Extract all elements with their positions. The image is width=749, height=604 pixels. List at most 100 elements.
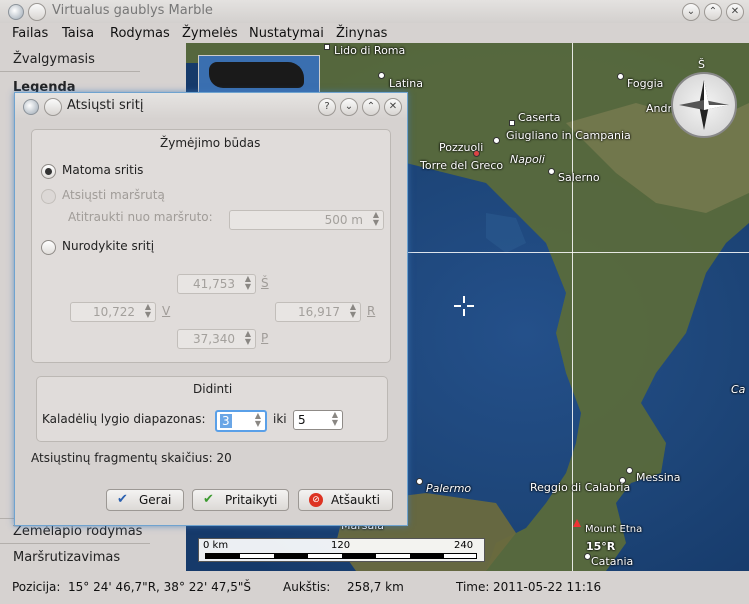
download-region-dialog: Atsiųsti sritį ? ⌄ ⌃ ✕ Žymėjimo būdas Ma… [14,92,408,526]
city-partial-label[interactable]: Ca [731,383,745,396]
tab-routing-label: Maršrutizavimas [13,550,121,565]
radio-visible-area[interactable] [41,164,56,179]
radio-download-route [41,189,56,204]
north-spinbox: 41,753 ▲ ▼ [177,274,256,294]
ok-button[interactable]: ✔ Gerai [106,489,184,511]
city-lido-di-roma[interactable]: Lido di Roma [334,44,405,57]
ok-button-label: Gerai [139,493,172,507]
city-marker [626,467,633,474]
compass-north-label: Š [698,58,705,71]
selection-method-title: Žymėjimo būdas [160,136,261,150]
south-spinbox: 37,340 ▲ ▼ [177,329,256,349]
radio-specify-area[interactable] [41,240,56,255]
city-caserta[interactable]: Caserta [518,111,561,124]
overview-map[interactable] [198,55,320,95]
tile-level-from-value: 3 [220,414,232,428]
menu-zymeles[interactable]: Žymelės [182,26,238,41]
city-reggio-di-calabria[interactable]: Reggio di Calabria [530,481,630,494]
east-value: 16,917 [298,305,340,319]
time-label: Time: [456,580,490,594]
cancel-button[interactable]: ⊘ Atšaukti [298,489,393,511]
city-foggia[interactable]: Foggia [627,77,663,90]
tile-level-to-spinbox[interactable]: 5 ▲ ▼ [293,410,343,430]
city-marker [416,478,423,485]
south-unit: P [261,331,269,345]
city-napoli[interactable]: Napoli [510,153,545,166]
tile-level-to-value: 5 [298,413,306,427]
city-palermo[interactable]: Palermo [426,482,471,495]
tile-level-from-spinbox[interactable]: 3 ▲ ▼ [215,410,267,432]
help-icon[interactable]: ⌄ [682,3,700,21]
spin-arrows-icon[interactable]: ▲ ▼ [332,411,338,427]
zoom-group: Didinti Kaladėlių lygio diapazonas: 3 ▲ ▼… [36,376,388,442]
city-marker [548,168,555,175]
divider [0,543,150,544]
city-marker [617,73,624,80]
city-giugliano[interactable]: Giugliano in Campania [506,129,631,142]
city-marker [473,150,480,157]
window-menu-button[interactable] [28,3,46,21]
city-marker [493,137,500,144]
overview-land [209,62,304,88]
volcano-icon [573,519,581,527]
north-unit: Š [261,276,269,290]
dialog-app-icon[interactable] [23,99,39,115]
dialog-maximize-button[interactable]: ⌃ [362,98,380,116]
radio-specify-area-label[interactable]: Nurodykite sritį [62,239,154,253]
dialog-menu-button[interactable] [44,98,62,116]
menu-rodymas[interactable]: Rodymas [110,26,170,41]
dialog-help-button[interactable]: ? [318,98,336,116]
scale-segments [205,553,477,559]
west-value: 10,722 [93,305,135,319]
spin-arrows-icon: ▲ ▼ [244,274,251,291]
close-button[interactable]: ✕ [726,3,744,21]
selection-method-group: Žymėjimo būdas Matoma sritis Atsiųsti ma… [31,129,391,363]
menu-failas[interactable]: Failas [12,26,48,41]
place-mount-etna[interactable]: Mount Etna [585,524,642,535]
city-latina[interactable]: Latina [389,77,423,90]
tab-routing[interactable]: Maršrutizavimas [0,546,186,570]
tab-navigation[interactable]: Žvalgymasis [0,48,186,72]
window-title: Virtualus gaublys Marble [52,3,213,18]
menu-nustatymai[interactable]: Nustatymai [249,26,324,41]
divider [0,71,140,72]
main-titlebar: Virtualus gaublys Marble ⌄ ⌃ ✕ [0,0,749,23]
radio-visible-area-label[interactable]: Matoma sritis [62,163,143,177]
compass-star [679,80,729,130]
spin-arrows-icon: ▲ ▼ [144,302,151,319]
apply-button[interactable]: ✔ Pritaikyti [192,489,289,511]
dialog-minimize-button[interactable]: ⌄ [340,98,358,116]
dialog-title: Atsiųsti sritį [67,98,144,113]
spin-arrows-icon: ▲ ▼ [349,302,356,319]
scale-label-start: 0 km [203,540,229,551]
west-spinbox: 10,722 ▲ ▼ [70,302,156,322]
cancel-button-label: Atšaukti [331,493,380,507]
spin-arrows-icon[interactable]: ▲ ▼ [255,412,261,428]
menu-taisa[interactable]: Taisa [62,26,94,41]
time-value: 2011-05-22 11:16 [493,580,602,594]
maximize-button[interactable]: ⌃ [704,3,722,21]
scale-label-end: 240 [454,540,474,551]
menu-zinynas[interactable]: Žinynas [336,26,387,41]
cancel-icon: ⊘ [309,493,323,507]
route-offset-label: Atitraukti nuo maršruto: [68,210,213,224]
position-label: Pozicija: [12,580,61,594]
tile-count-label: Atsiųstinų fragmentų skaičius: 20 [31,451,232,465]
city-marker [324,44,330,50]
dialog-close-button[interactable]: ✕ [384,98,402,116]
checkmark-icon: ✔ [117,492,128,507]
west-unit: V [162,304,171,318]
city-torre-del-greco[interactable]: Torre del Greco [420,159,503,172]
city-messina[interactable]: Messina [636,471,681,484]
city-catania[interactable]: Catania [591,555,633,568]
position-value: 15° 24' 46,7"R, 38° 22' 47,5"Š [68,580,251,594]
city-andria[interactable]: Andr [646,102,672,115]
app-icon[interactable] [8,4,24,20]
radio-download-route-label: Atsiųsti maršrutą [62,188,165,202]
checkmark-icon: ✔ [203,492,214,507]
compass-rose-icon[interactable] [671,72,737,138]
city-salerno[interactable]: Salerno [558,171,600,184]
apply-button-label: Pritaikyti [225,493,278,507]
east-unit: R [367,304,376,318]
south-value: 37,340 [193,332,235,346]
